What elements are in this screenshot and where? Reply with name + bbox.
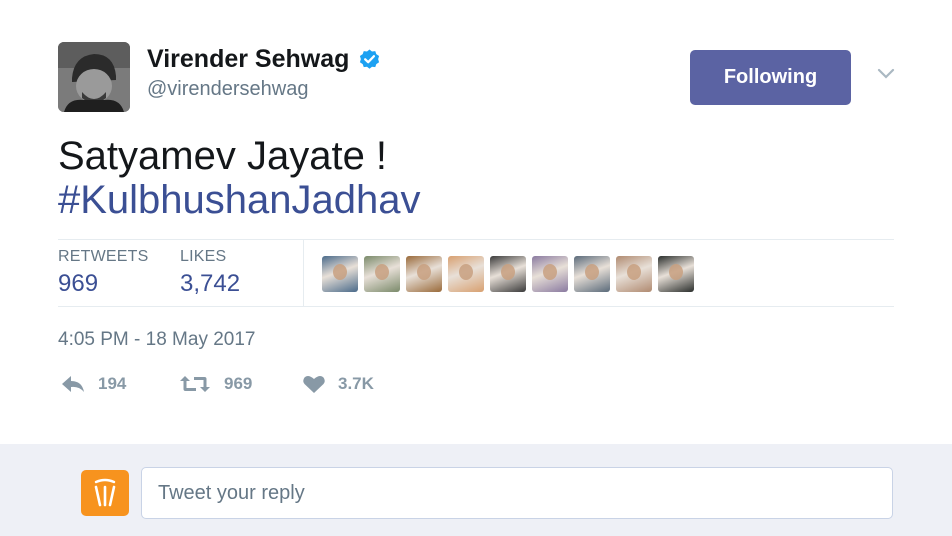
liker-avatar-5[interactable] bbox=[490, 256, 526, 292]
liker-face bbox=[669, 264, 683, 280]
liker-face bbox=[333, 264, 347, 280]
liker-face bbox=[417, 264, 431, 280]
divider bbox=[58, 306, 894, 307]
liker-avatar-1[interactable] bbox=[322, 256, 358, 292]
heart-icon bbox=[303, 376, 325, 393]
chevron-down-icon[interactable] bbox=[876, 64, 896, 84]
tweet-body: Satyamev Jayate ! bbox=[58, 134, 388, 178]
liker-avatar-7[interactable] bbox=[574, 256, 610, 292]
like-count: 3.7K bbox=[338, 374, 374, 393]
liker-avatar-9[interactable] bbox=[658, 256, 694, 292]
liker-avatar-4[interactable] bbox=[448, 256, 484, 292]
retweet-icon bbox=[180, 376, 210, 392]
retweet-count: 969 bbox=[224, 374, 253, 393]
like-action[interactable]: 3.7K bbox=[302, 374, 374, 394]
tweet-text: Satyamev Jayate ! #KulbhushanJadhav bbox=[58, 134, 421, 222]
author-avatar[interactable] bbox=[58, 42, 130, 112]
tweet-card: Virender Sehwag @virendersehwag Followin… bbox=[0, 0, 952, 444]
stats-separator bbox=[303, 240, 304, 306]
liker-face bbox=[459, 264, 473, 280]
stat-value: 3,742 bbox=[180, 270, 241, 297]
likes-stat[interactable]: LIKES 3,742 bbox=[180, 248, 240, 298]
divider bbox=[58, 239, 894, 240]
retweet-action[interactable]: 969 bbox=[178, 374, 252, 394]
liker-face bbox=[375, 264, 389, 280]
liker-face bbox=[627, 264, 641, 280]
author-name-text[interactable]: Virender Sehwag bbox=[147, 45, 349, 74]
verified-badge-icon bbox=[360, 49, 380, 69]
liker-face bbox=[543, 264, 557, 280]
user-logo-icon bbox=[81, 470, 129, 516]
liker-face bbox=[501, 264, 515, 280]
liker-avatar-2[interactable] bbox=[364, 256, 400, 292]
reply-count: 194 bbox=[98, 374, 127, 393]
stat-value: 969 bbox=[58, 270, 99, 297]
cricket-stumps-icon bbox=[94, 478, 116, 507]
reply-input[interactable] bbox=[141, 467, 893, 519]
liker-avatars bbox=[322, 256, 694, 292]
author-handle[interactable]: @virendersehwag bbox=[147, 78, 309, 101]
stat-label: LIKES bbox=[180, 248, 227, 265]
liker-avatar-8[interactable] bbox=[616, 256, 652, 292]
hashtag-link[interactable]: #KulbhushanJadhav bbox=[58, 178, 421, 222]
following-button[interactable]: Following bbox=[690, 50, 851, 105]
retweets-stat[interactable]: RETWEETS 969 bbox=[58, 248, 149, 298]
reply-action[interactable]: 194 bbox=[60, 374, 126, 394]
author-name[interactable]: Virender Sehwag bbox=[147, 45, 381, 74]
liker-face bbox=[585, 264, 599, 280]
liker-avatar-3[interactable] bbox=[406, 256, 442, 292]
liker-avatar-6[interactable] bbox=[532, 256, 568, 292]
stat-label: RETWEETS bbox=[58, 248, 149, 265]
tweet-timestamp[interactable]: 4:05 PM - 18 May 2017 bbox=[58, 329, 256, 351]
reply-icon bbox=[62, 376, 84, 392]
